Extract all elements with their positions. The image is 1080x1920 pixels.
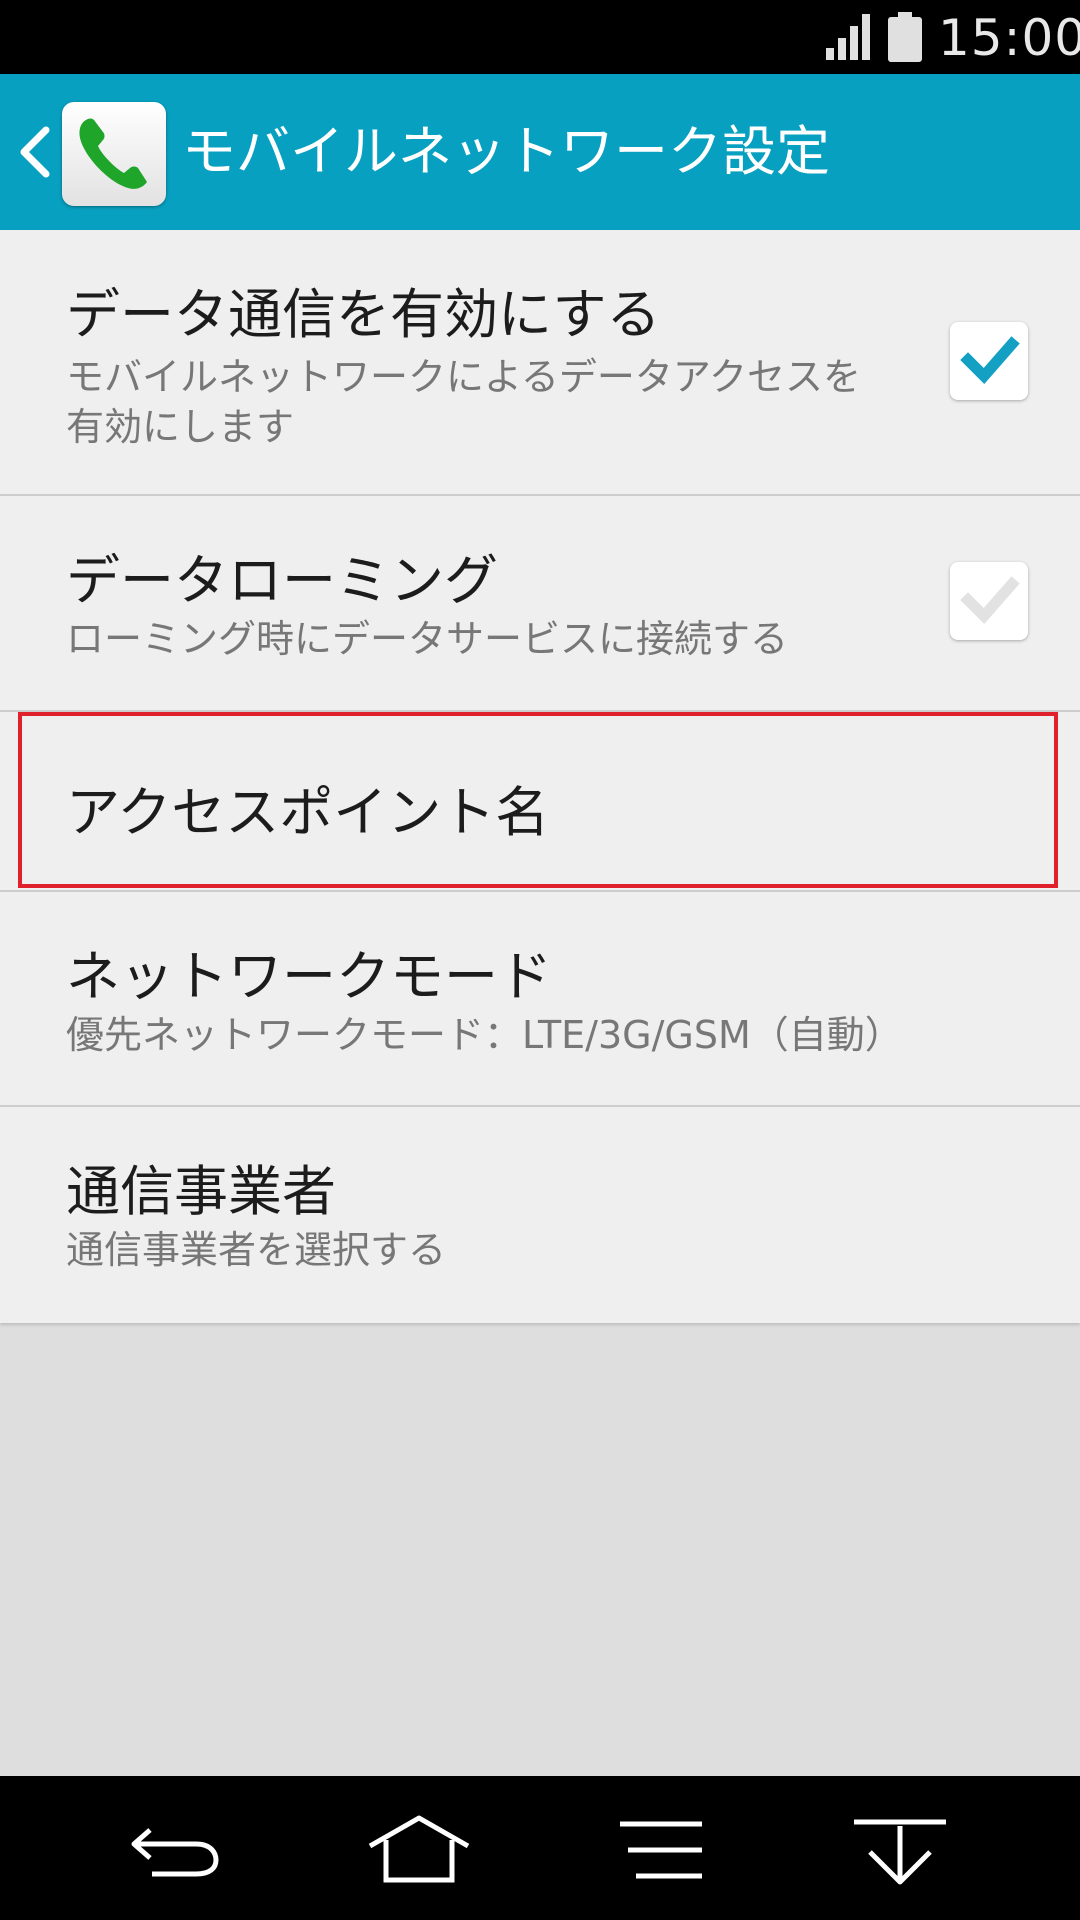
setting-apn[interactable]: アクセスポイント名: [0, 712, 1080, 892]
setting-title: ネットワークモード: [66, 945, 552, 1008]
status-bar: 15:00: [0, 0, 1080, 74]
checkmark-icon: [960, 576, 1020, 625]
setting-title: 通信事業者: [66, 1160, 336, 1223]
setting-title: アクセスポイント名: [66, 781, 550, 844]
setting-network-mode[interactable]: ネットワークモード 優先ネットワークモード：LTE/3G/GSM（自動）: [0, 892, 1080, 1107]
back-arrow-icon[interactable]: [16, 122, 52, 182]
navigation-bar: [0, 1776, 1080, 1920]
nav-back-icon[interactable]: [124, 1810, 224, 1890]
action-bar: モバイルネットワーク設定: [0, 74, 1080, 230]
nav-hide-icon[interactable]: [850, 1810, 950, 1890]
data-enabled-checkbox[interactable]: [950, 322, 1028, 400]
setting-data-roaming[interactable]: データローミング ローミング時にデータサービスに接続する: [0, 496, 1080, 712]
app-icon[interactable]: [62, 102, 166, 206]
nav-home-icon[interactable]: [366, 1810, 472, 1890]
data-roaming-checkbox[interactable]: [950, 562, 1028, 640]
nav-menu-icon[interactable]: [616, 1810, 706, 1890]
phone-icon: [79, 118, 147, 189]
setting-summary: モバイルネットワークによるデータアクセスを有効にします: [66, 355, 861, 449]
setting-title: データローミング: [66, 549, 498, 612]
setting-operator[interactable]: 通信事業者 通信事業者を選択する: [0, 1107, 1080, 1323]
battery-icon: [888, 12, 922, 62]
setting-summary: 通信事業者を選択する: [66, 1228, 447, 1272]
setting-data-enabled[interactable]: データ通信を有効にする モバイルネットワークによるデータアクセスを有効にします: [0, 230, 1080, 496]
setting-summary: ローミング時にデータサービスに接続する: [66, 617, 789, 661]
setting-title: データ通信を有効にする: [66, 283, 661, 346]
setting-summary: 優先ネットワークモード：LTE/3G/GSM（自動）: [66, 1013, 903, 1057]
settings-list: データ通信を有効にする モバイルネットワークによるデータアクセスを有効にします …: [0, 230, 1080, 1323]
checkmark-icon: [960, 336, 1020, 385]
signal-icon: [826, 14, 870, 60]
status-time: 15:00: [938, 9, 1080, 67]
page-title: モバイルネットワーク設定: [182, 120, 830, 183]
